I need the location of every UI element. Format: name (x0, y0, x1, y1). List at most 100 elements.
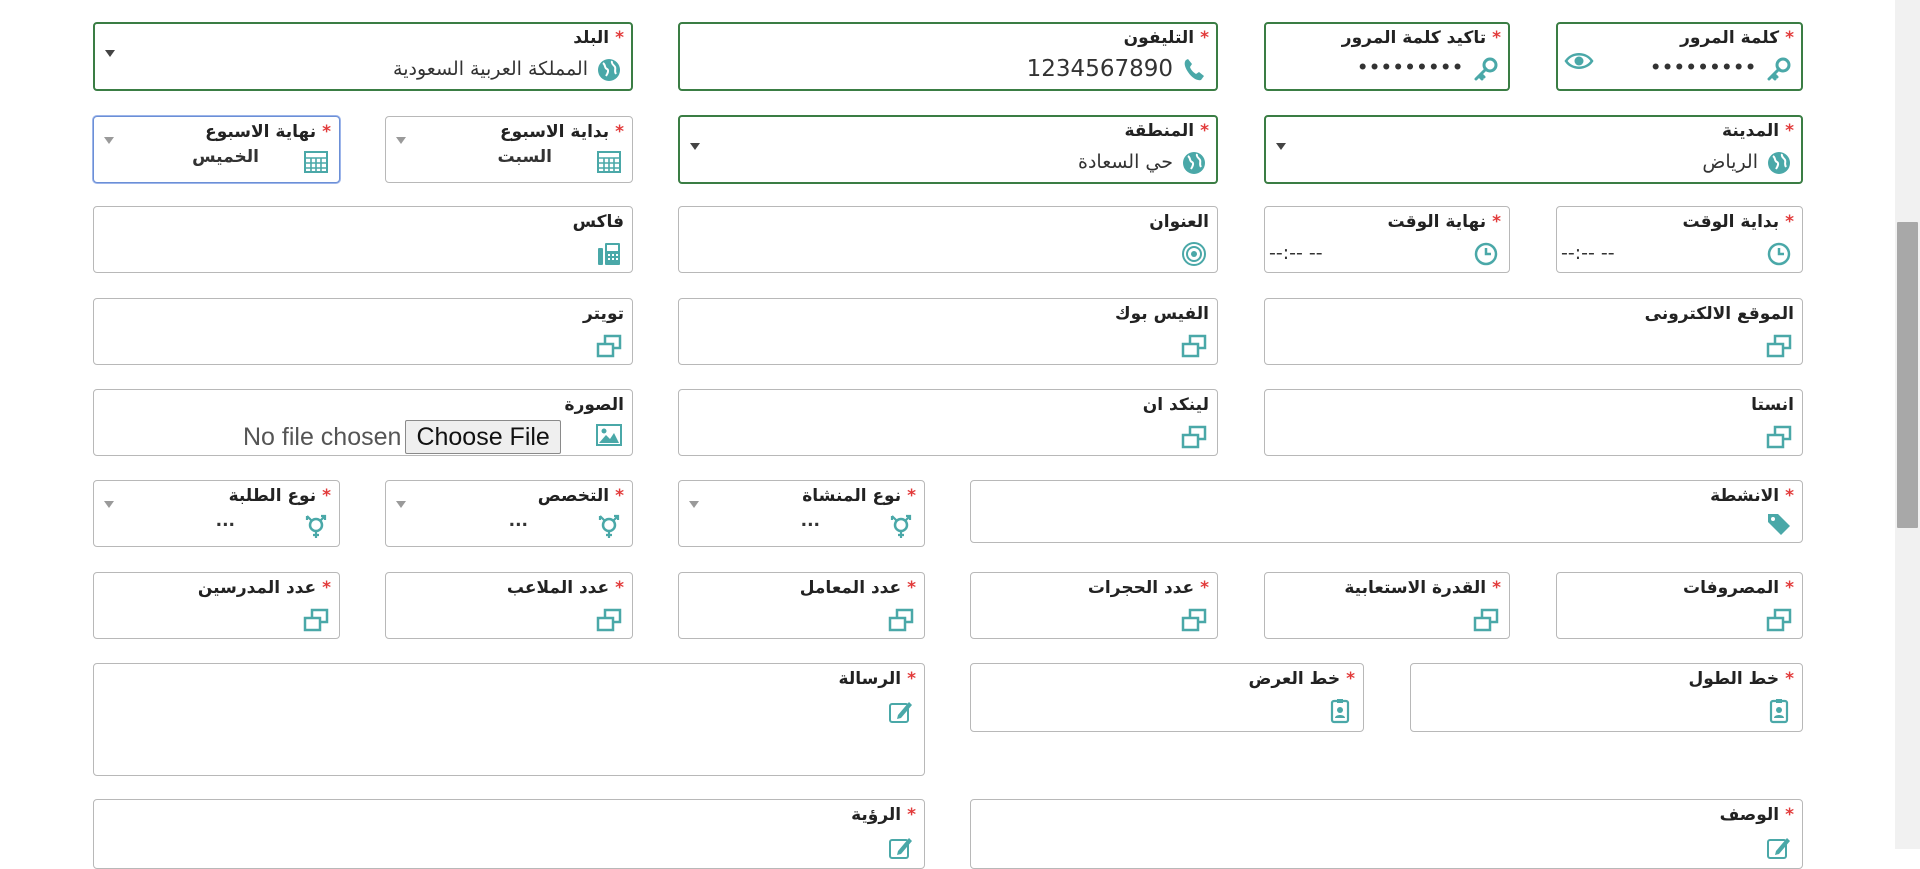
week-start-label: بداية الاسبوع (500, 122, 610, 142)
phone-field[interactable]: *التليفون 1234567890 (678, 22, 1218, 91)
fax-label: فاكس (572, 212, 624, 232)
longitude-field[interactable]: *خط الطول (1410, 663, 1803, 732)
chevron-down-icon[interactable] (104, 501, 114, 508)
facebook-label: الفيس بوك (1115, 304, 1209, 324)
link-icon (888, 607, 914, 633)
activities-label: الانشطة (1710, 486, 1780, 506)
choose-file-button[interactable]: Choose File (405, 420, 561, 454)
teachers-label: عدد المدرسين (197, 578, 317, 598)
eye-icon[interactable] (1564, 50, 1594, 72)
address-field[interactable]: العنوان (678, 206, 1218, 273)
chevron-down-icon[interactable] (396, 137, 406, 144)
vision-label: الرؤية (851, 805, 902, 825)
confirm-password-label: تاكيد كلمة المرور (1341, 28, 1487, 48)
confirm-password-field[interactable]: *تاكيد كلمة المرور ••••••••• (1264, 22, 1510, 91)
image-icon (596, 422, 622, 448)
link-icon (1766, 607, 1792, 633)
link-icon (1766, 333, 1792, 359)
facility-type-select[interactable]: *نوع المنشاة ... (678, 480, 925, 547)
twitter-field[interactable]: تويتر (93, 298, 633, 365)
linkedin-label: لينكد ان (1142, 395, 1209, 415)
message-textarea[interactable]: *الرسالة (93, 663, 925, 776)
target-icon (1181, 241, 1207, 267)
rooms-field[interactable]: *عدد الحجرات (970, 572, 1218, 639)
password-field[interactable]: *كلمة المرور ••••••••• (1556, 22, 1803, 91)
instagram-label: انستا (1751, 395, 1794, 415)
link-icon (1473, 607, 1499, 633)
city-label: المدينة (1722, 121, 1780, 141)
time-start-value[interactable]: --:-- -- (1561, 239, 1615, 267)
twitter-label: تويتر (583, 304, 624, 324)
week-start-value: السبت (497, 147, 552, 167)
time-start-label: بداية الوقت (1682, 212, 1780, 232)
week-end-label: نهاية الاسبوع (205, 122, 317, 142)
chevron-down-icon[interactable] (690, 143, 700, 150)
time-end-value[interactable]: --:-- -- (1269, 239, 1323, 267)
calendar-icon (596, 149, 622, 175)
activities-field[interactable]: *الانشطة (970, 480, 1803, 543)
facebook-field[interactable]: الفيس بوك (678, 298, 1218, 365)
image-upload-field[interactable]: الصورة No file chosen Choose File (93, 389, 633, 456)
country-value: المملكة العربية السعودية (393, 58, 588, 80)
capacity-label: القدرة الاستعابية (1344, 578, 1487, 598)
region-select[interactable]: *المنطقة حي السعادة (678, 115, 1218, 184)
latitude-field[interactable]: *خط العرض (970, 663, 1364, 732)
description-label: الوصف (1719, 805, 1780, 825)
facility-type-label: نوع المنشاة (802, 486, 902, 506)
chevron-down-icon[interactable] (105, 50, 115, 57)
file-status: No file chosen (243, 422, 402, 451)
edit-icon (888, 834, 914, 860)
week-start-select[interactable]: *بداية الاسبوع السبت (385, 116, 633, 183)
students-type-select[interactable]: *نوع الطلبة ... (93, 480, 340, 547)
courts-label: عدد الملاعب (506, 578, 610, 598)
labs-field[interactable]: *عدد المعامل (678, 572, 925, 639)
globe-icon (596, 57, 622, 83)
key-icon (1473, 57, 1499, 83)
week-end-select[interactable]: *نهاية الاسبوع الخميس (93, 116, 340, 183)
linkedin-field[interactable]: لينكد ان (678, 389, 1218, 456)
image-label: الصورة (564, 395, 624, 415)
teachers-field[interactable]: *عدد المدرسين (93, 572, 340, 639)
week-end-value: الخميس (192, 147, 259, 167)
specialty-select[interactable]: *التخصص ... (385, 480, 633, 547)
link-icon (303, 607, 329, 633)
time-start-field[interactable]: *بداية الوقت --:-- -- (1556, 206, 1803, 273)
password-value: ••••••••• (1650, 58, 1757, 78)
password-label: كلمة المرور (1680, 28, 1780, 48)
website-label: الموقع الالكترونى (1644, 304, 1794, 324)
globe-icon (1766, 150, 1792, 176)
specialty-label: التخصص (537, 486, 610, 506)
chevron-down-icon[interactable] (396, 501, 406, 508)
vertical-scrollbar[interactable] (1895, 0, 1920, 849)
region-label: المنطقة (1124, 121, 1195, 141)
expenses-label: المصروفات (1683, 578, 1780, 598)
fax-icon (596, 241, 622, 267)
gender-icon (303, 513, 329, 539)
scrollbar-thumb[interactable] (1897, 222, 1918, 528)
website-field[interactable]: الموقع الالكترونى (1264, 298, 1803, 365)
description-textarea[interactable]: *الوصف (970, 799, 1803, 869)
link-icon (1181, 333, 1207, 359)
facility-type-value: ... (800, 511, 820, 531)
chevron-down-icon[interactable] (689, 501, 699, 508)
courts-field[interactable]: *عدد الملاعب (385, 572, 633, 639)
students-type-value: ... (215, 511, 235, 531)
link-icon (596, 333, 622, 359)
chevron-down-icon[interactable] (1276, 143, 1286, 150)
city-value: الرياض (1702, 151, 1758, 173)
city-select[interactable]: *المدينة الرياض (1264, 115, 1803, 184)
time-end-field[interactable]: *نهاية الوقت --:-- -- (1264, 206, 1510, 273)
country-select[interactable]: *البلد المملكة العربية السعودية (93, 22, 633, 91)
tag-icon (1766, 511, 1792, 537)
instagram-field[interactable]: انستا (1264, 389, 1803, 456)
capacity-field[interactable]: *القدرة الاستعابية (1264, 572, 1510, 639)
chevron-down-icon[interactable] (104, 137, 114, 144)
expenses-field[interactable]: *المصروفات (1556, 572, 1803, 639)
file-input[interactable]: No file chosen Choose File (94, 420, 561, 454)
vision-textarea[interactable]: *الرؤية (93, 799, 925, 869)
badge-icon (1327, 698, 1353, 724)
country-label: البلد (573, 28, 610, 48)
calendar-icon (303, 149, 329, 175)
fax-field[interactable]: فاكس (93, 206, 633, 273)
clock-icon (1766, 241, 1792, 267)
